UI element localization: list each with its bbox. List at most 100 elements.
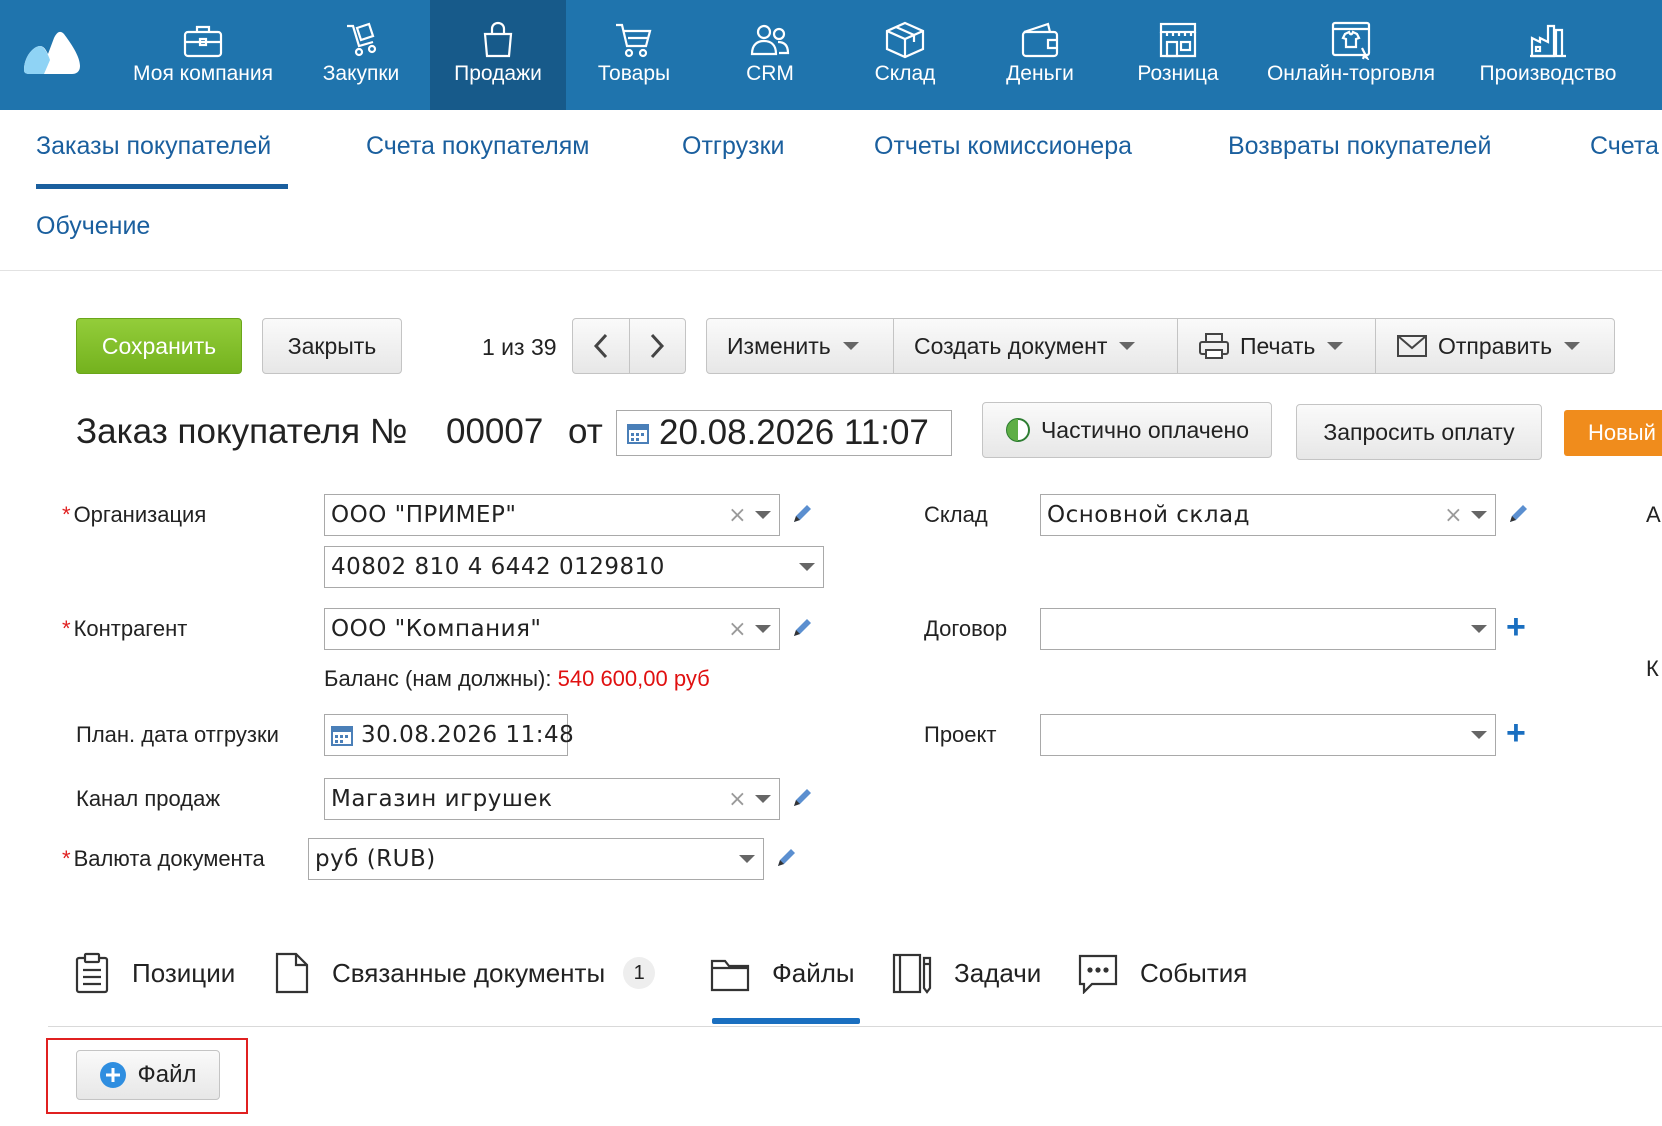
- change-dropdown-button[interactable]: Изменить: [707, 319, 894, 373]
- send-dropdown-button[interactable]: Отправить: [1376, 319, 1614, 373]
- status-new-button[interactable]: Новый: [1564, 410, 1662, 456]
- tab-label: События: [1140, 957, 1248, 988]
- dropdown-arrow-icon[interactable]: [755, 795, 771, 803]
- subnav-training[interactable]: Обучение: [36, 212, 150, 241]
- tab-files[interactable]: Файлы: [710, 950, 855, 996]
- add-file-label: Файл: [137, 1061, 197, 1088]
- wallet-icon: [1021, 22, 1059, 58]
- ship-date-value: 30.08.2026 11:48: [361, 722, 575, 748]
- counterparty-label: * Контрагент: [62, 616, 188, 641]
- store-icon: [1159, 22, 1197, 58]
- clear-icon[interactable]: ×: [728, 503, 747, 528]
- currency-label: * Валюта документа: [62, 846, 265, 871]
- add-contract-icon[interactable]: +: [1506, 610, 1526, 644]
- plus-circle-icon: [100, 1062, 127, 1088]
- subnav-invoices[interactable]: Счета: [1590, 132, 1659, 161]
- edit-pencil-icon[interactable]: [790, 616, 814, 640]
- tab-label: Позиции: [132, 957, 236, 988]
- tabs-divider: [48, 1026, 1662, 1027]
- close-button[interactable]: Закрыть: [262, 318, 402, 374]
- subnav-commissioner-reports[interactable]: Отчеты комиссионера: [874, 132, 1132, 161]
- document-icon: [275, 952, 309, 994]
- caret-down-icon: [842, 342, 859, 350]
- bank-account-value: 40802 810 4 6442 0129810: [331, 554, 665, 580]
- dropdown-arrow-icon[interactable]: [1471, 625, 1487, 633]
- half-circle-icon: [1005, 418, 1030, 442]
- pager-buttons: [572, 318, 686, 374]
- tab-positions[interactable]: Позиции: [74, 950, 235, 996]
- nav-label: Розница: [1137, 62, 1219, 85]
- nav-item-crm[interactable]: CRM: [720, 0, 820, 110]
- tab-related-documents[interactable]: Связанные документы 1: [274, 950, 656, 996]
- nav-item-my-company[interactable]: Моя компания: [118, 0, 288, 110]
- counterparty-select[interactable]: ООО "Компания" ×: [324, 608, 780, 650]
- send-label: Отправить: [1438, 332, 1553, 359]
- organization-select[interactable]: ООО "ПРИМЕР" ×: [324, 494, 780, 536]
- tab-events[interactable]: События: [1078, 950, 1247, 996]
- dropdown-arrow-icon[interactable]: [739, 855, 755, 863]
- caret-down-icon: [1327, 342, 1344, 350]
- document-date-field[interactable]: 20.08.2026 11:07: [616, 410, 952, 456]
- nav-item-online-trade[interactable]: Онлайн-торговля: [1258, 0, 1444, 110]
- chevron-right-icon: [651, 333, 665, 359]
- edit-pencil-icon[interactable]: [1506, 502, 1530, 526]
- subnav-customer-returns[interactable]: Возвраты покупателей: [1228, 132, 1491, 161]
- edit-pencil-icon[interactable]: [790, 502, 814, 526]
- sales-channel-label: Канал продаж: [76, 786, 221, 811]
- nav-item-sales[interactable]: Продажи: [430, 0, 566, 110]
- clear-icon[interactable]: ×: [728, 787, 747, 812]
- project-select[interactable]: [1040, 714, 1496, 756]
- subnav-customer-invoices[interactable]: Счета покупателям: [366, 132, 590, 161]
- online-shop-icon: [1331, 21, 1371, 60]
- nav-item-money[interactable]: Деньги: [990, 0, 1090, 110]
- add-file-button[interactable]: Файл: [76, 1050, 220, 1100]
- nav-item-purchases[interactable]: Закупки: [306, 0, 416, 110]
- briefcase-icon: [183, 25, 223, 58]
- next-record-button[interactable]: [630, 319, 686, 373]
- divider: [0, 270, 1662, 271]
- payment-status-button[interactable]: Частично оплачено: [982, 402, 1272, 458]
- nav-label: Склад: [874, 62, 936, 85]
- tab-tasks[interactable]: Задачи: [892, 950, 1041, 996]
- subnav-customer-orders[interactable]: Заказы покупателей: [36, 132, 271, 161]
- sales-channel-select[interactable]: Магазин игрушек ×: [324, 778, 780, 820]
- save-button[interactable]: Сохранить: [76, 318, 242, 374]
- clear-icon[interactable]: ×: [1444, 503, 1463, 528]
- people-icon: [750, 24, 790, 56]
- subnav-active-indicator: [36, 184, 288, 189]
- clear-icon[interactable]: ×: [728, 617, 747, 642]
- bank-account-select[interactable]: 40802 810 4 6442 0129810: [324, 546, 824, 588]
- dropdown-arrow-icon[interactable]: [1471, 731, 1487, 739]
- create-document-dropdown-button[interactable]: Создать документ: [894, 319, 1178, 373]
- add-project-icon[interactable]: +: [1506, 716, 1526, 750]
- tab-label: Связанные документы: [332, 957, 606, 988]
- folder-icon: [710, 959, 750, 992]
- warehouse-select[interactable]: Основной склад ×: [1040, 494, 1496, 536]
- subnav-shipments[interactable]: Отгрузки: [682, 132, 785, 161]
- currency-select[interactable]: руб (RUB): [308, 838, 764, 880]
- nav-item-goods[interactable]: Товары: [584, 0, 684, 110]
- prev-record-button[interactable]: [573, 319, 630, 373]
- currency-value: руб (RUB): [315, 846, 436, 872]
- contract-select[interactable]: [1040, 608, 1496, 650]
- document-number[interactable]: 00007: [446, 412, 543, 452]
- cut-off-label: А: [1646, 502, 1661, 527]
- request-payment-button[interactable]: Запросить оплату: [1296, 404, 1542, 460]
- moysklad-logo[interactable]: [22, 26, 84, 76]
- print-dropdown-button[interactable]: Печать: [1178, 319, 1376, 373]
- tab-label: Файлы: [772, 957, 855, 988]
- warehouse-label: Склад: [924, 502, 988, 527]
- ship-date-field[interactable]: 30.08.2026 11:48: [324, 714, 574, 756]
- nav-item-warehouse[interactable]: Склад: [855, 0, 955, 110]
- nav-item-production[interactable]: Производство: [1468, 0, 1628, 110]
- dropdown-arrow-icon[interactable]: [1471, 511, 1487, 519]
- nav-item-retail[interactable]: Розница: [1128, 0, 1228, 110]
- dropdown-arrow-icon[interactable]: [799, 563, 815, 571]
- edit-pencil-icon[interactable]: [790, 786, 814, 810]
- edit-pencil-icon[interactable]: [774, 846, 798, 870]
- dropdown-arrow-icon[interactable]: [755, 511, 771, 519]
- dropdown-arrow-icon[interactable]: [755, 625, 771, 633]
- nav-label: Производство: [1479, 62, 1617, 85]
- contract-label: Договор: [924, 616, 1008, 641]
- caret-down-icon: [1564, 342, 1581, 350]
